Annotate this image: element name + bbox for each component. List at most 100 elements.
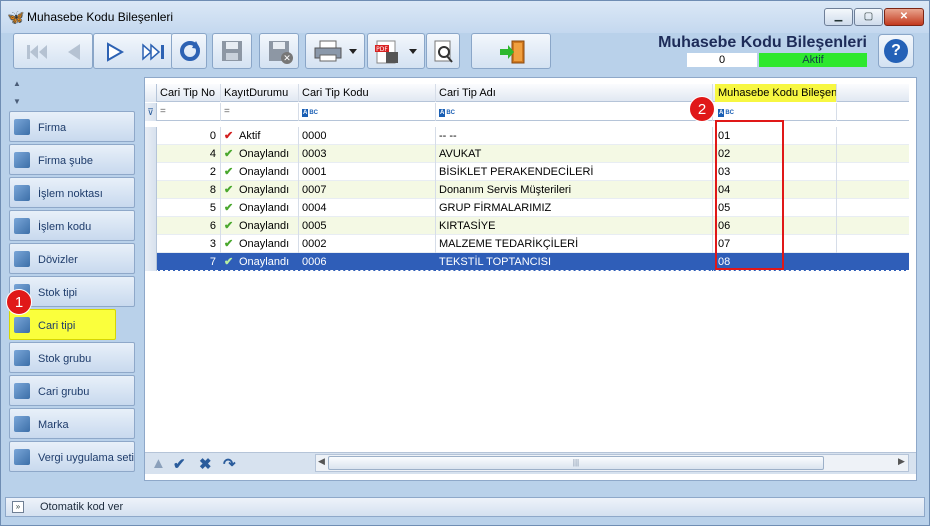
scroll-down-icon[interactable]: ▼ xyxy=(13,97,21,106)
redo-icon[interactable]: ↷ xyxy=(223,455,236,473)
cell-kod[interactable]: 0003 xyxy=(299,145,436,163)
row-indicator[interactable] xyxy=(145,217,157,235)
next-record-button[interactable] xyxy=(96,36,132,66)
col-cari-tip-adi[interactable]: Cari Tip Adı xyxy=(436,84,713,102)
cell-kod[interactable]: 0005 xyxy=(299,217,436,235)
minimize-button[interactable]: ▁ xyxy=(824,8,853,26)
row-indicator[interactable] xyxy=(145,127,157,145)
filter-status[interactable]: = xyxy=(221,103,299,121)
scroll-up-icon[interactable]: ▲ xyxy=(13,79,21,88)
cell-ad[interactable]: AVUKAT xyxy=(436,145,713,163)
move-up-icon[interactable]: ▲ xyxy=(151,455,166,472)
confirm-icon[interactable]: ✔ xyxy=(173,455,186,473)
help-button[interactable]: ? xyxy=(878,34,914,68)
filter-ad[interactable]: A BC xyxy=(436,103,713,121)
row-indicator[interactable] xyxy=(145,253,157,271)
table-row[interactable]: 2 ✔ Onaylandı 0001 BİSİKLET PERAKENDECİLERİ 0… xyxy=(145,163,909,181)
cell-ad[interactable]: KIRTASİYE xyxy=(436,217,713,235)
cell-ad[interactable]: Donanım Servis Müşterileri xyxy=(436,181,713,199)
col-cari-tip-no[interactable]: Cari Tip No xyxy=(157,84,221,102)
cell-kod[interactable]: 0000 xyxy=(299,127,436,145)
sidebar-item-2[interactable]: İşlem noktası xyxy=(9,177,135,208)
cell-status[interactable]: ✔ Aktif xyxy=(221,127,299,145)
cancel-icon[interactable]: ✖ xyxy=(199,455,212,473)
cell-status[interactable]: ✔ Onaylandı xyxy=(221,181,299,199)
cell-kod[interactable]: 0006 xyxy=(299,253,436,271)
cell-no[interactable]: 0 xyxy=(157,127,221,145)
horizontal-scrollbar[interactable]: ◀ ||| ▶ xyxy=(315,454,909,472)
cell-status[interactable]: ✔ Onaylandı xyxy=(221,145,299,163)
cell-text: 0006 xyxy=(302,256,327,268)
table-row[interactable]: 5 ✔ Onaylandı 0004 GRUP FİRMALARIMIZ 05 xyxy=(145,199,909,217)
sidebar-item-3[interactable]: İşlem kodu xyxy=(9,210,135,241)
close-button[interactable]: ✕ xyxy=(884,8,924,26)
cell-ad[interactable]: -- -- xyxy=(436,127,713,145)
cell-text: Onaylandı xyxy=(239,148,290,160)
sidebar-item-7[interactable]: Stok grubu xyxy=(9,342,135,373)
sidebar-item-10[interactable]: Vergi uygulama seti xyxy=(9,441,135,472)
filter-muhasebe[interactable]: A BC xyxy=(715,103,837,121)
sidebar-item-4[interactable]: Dövizler xyxy=(9,243,135,274)
sidebar-item-1[interactable]: Firma şube xyxy=(9,144,135,175)
row-indicator[interactable] xyxy=(145,199,157,217)
cell-kod[interactable]: 0007 xyxy=(299,181,436,199)
cell-no[interactable]: 2 xyxy=(157,163,221,181)
sidebar-item-8[interactable]: Cari grubu xyxy=(9,375,135,406)
cell-status[interactable]: ✔ Onaylandı xyxy=(221,217,299,235)
scroll-right-icon[interactable]: ▶ xyxy=(898,456,905,467)
last-record-button[interactable] xyxy=(134,36,170,66)
previous-record-button[interactable] xyxy=(56,36,90,66)
table-row[interactable]: 4 ✔ Onaylandı 0003 AVUKAT 02 xyxy=(145,145,909,163)
table-row[interactable]: 0 ✔ Aktif 0000 -- -- 01 xyxy=(145,127,909,145)
scroll-left-icon[interactable]: ◀ xyxy=(318,456,325,467)
table-row[interactable]: 8 ✔ Onaylandı 0007 Donanım Servis Müşteriler… xyxy=(145,181,909,199)
table-row[interactable]: 6 ✔ Onaylandı 0005 KIRTASİYE 06 xyxy=(145,217,909,235)
cell-no[interactable]: 3 xyxy=(157,235,221,253)
filter-no[interactable]: = xyxy=(157,103,221,121)
cell-status[interactable]: ✔ Onaylandı xyxy=(221,199,299,217)
maximize-button[interactable]: ▢ xyxy=(854,8,883,26)
col-muhasebe-kodu-bileseni[interactable]: Muhasebe Kodu Bileşeni xyxy=(715,84,837,102)
sidebar-item-9[interactable]: Marka xyxy=(9,408,135,439)
cell-no[interactable]: 4 xyxy=(157,145,221,163)
cell-no[interactable]: 6 xyxy=(157,217,221,235)
scrollbar-thumb[interactable]: ||| xyxy=(328,456,824,470)
document-search-button[interactable] xyxy=(426,33,460,69)
col-cari-tip-kodu[interactable]: Cari Tip Kodu xyxy=(299,84,436,102)
cell-kod[interactable]: 0002 xyxy=(299,235,436,253)
filter-kod[interactable]: A BC xyxy=(299,103,436,121)
cell-status[interactable]: ✔ Onaylandı xyxy=(221,163,299,181)
main-window: 🦋 Muhasebe Kodu Bileşenleri ▁ ▢ ✕ ✕ PDF xyxy=(0,0,930,526)
row-indicator[interactable] xyxy=(145,235,157,253)
cell-no[interactable]: 8 xyxy=(157,181,221,199)
cell-ad[interactable]: BİSİKLET PERAKENDECİLERİ xyxy=(436,163,713,181)
row-indicator[interactable] xyxy=(145,181,157,199)
print-button[interactable] xyxy=(305,33,365,69)
save-button[interactable] xyxy=(212,33,252,69)
record-number: 0 xyxy=(687,53,757,67)
cell-ad[interactable]: TEKSTİL TOPTANCISI xyxy=(436,253,713,271)
cell-status[interactable]: ✔ Onaylandı xyxy=(221,253,299,271)
row-indicator[interactable] xyxy=(145,145,157,163)
delete-save-button[interactable]: ✕ xyxy=(259,33,299,69)
table-row[interactable]: 7 ✔ Onaylandı 0006 TEKSTİL TOPTANCISI 08 xyxy=(145,253,909,271)
col-kayit-durumu[interactable]: KayıtDurumu xyxy=(221,84,299,102)
exit-button[interactable] xyxy=(471,33,551,69)
pdf-export-button[interactable]: PDF xyxy=(367,33,425,69)
row-indicator[interactable] xyxy=(145,163,157,181)
sidebar-item-6[interactable]: Cari tipi xyxy=(9,309,116,340)
cell-no[interactable]: 5 xyxy=(157,199,221,217)
sidebar-item-0[interactable]: Firma xyxy=(9,111,135,142)
cell-kod[interactable]: 0004 xyxy=(299,199,436,217)
refresh-button[interactable] xyxy=(171,33,207,69)
auto-code-label[interactable]: Otomatik kod ver xyxy=(40,501,123,513)
cell-kod[interactable]: 0001 xyxy=(299,163,436,181)
expand-chevron-icon[interactable]: » xyxy=(12,501,24,513)
table-row[interactable]: 3 ✔ Onaylandı 0002 MALZEME TEDARİKÇİLERİ 07 xyxy=(145,235,909,253)
cell-ad[interactable]: MALZEME TEDARİKÇİLERİ xyxy=(436,235,713,253)
first-record-button[interactable] xyxy=(18,36,54,66)
cell-status[interactable]: ✔ Onaylandı xyxy=(221,235,299,253)
text-filter-icon: A BC xyxy=(439,109,456,117)
cell-no[interactable]: 7 xyxy=(157,253,221,271)
cell-ad[interactable]: GRUP FİRMALARIMIZ xyxy=(436,199,713,217)
